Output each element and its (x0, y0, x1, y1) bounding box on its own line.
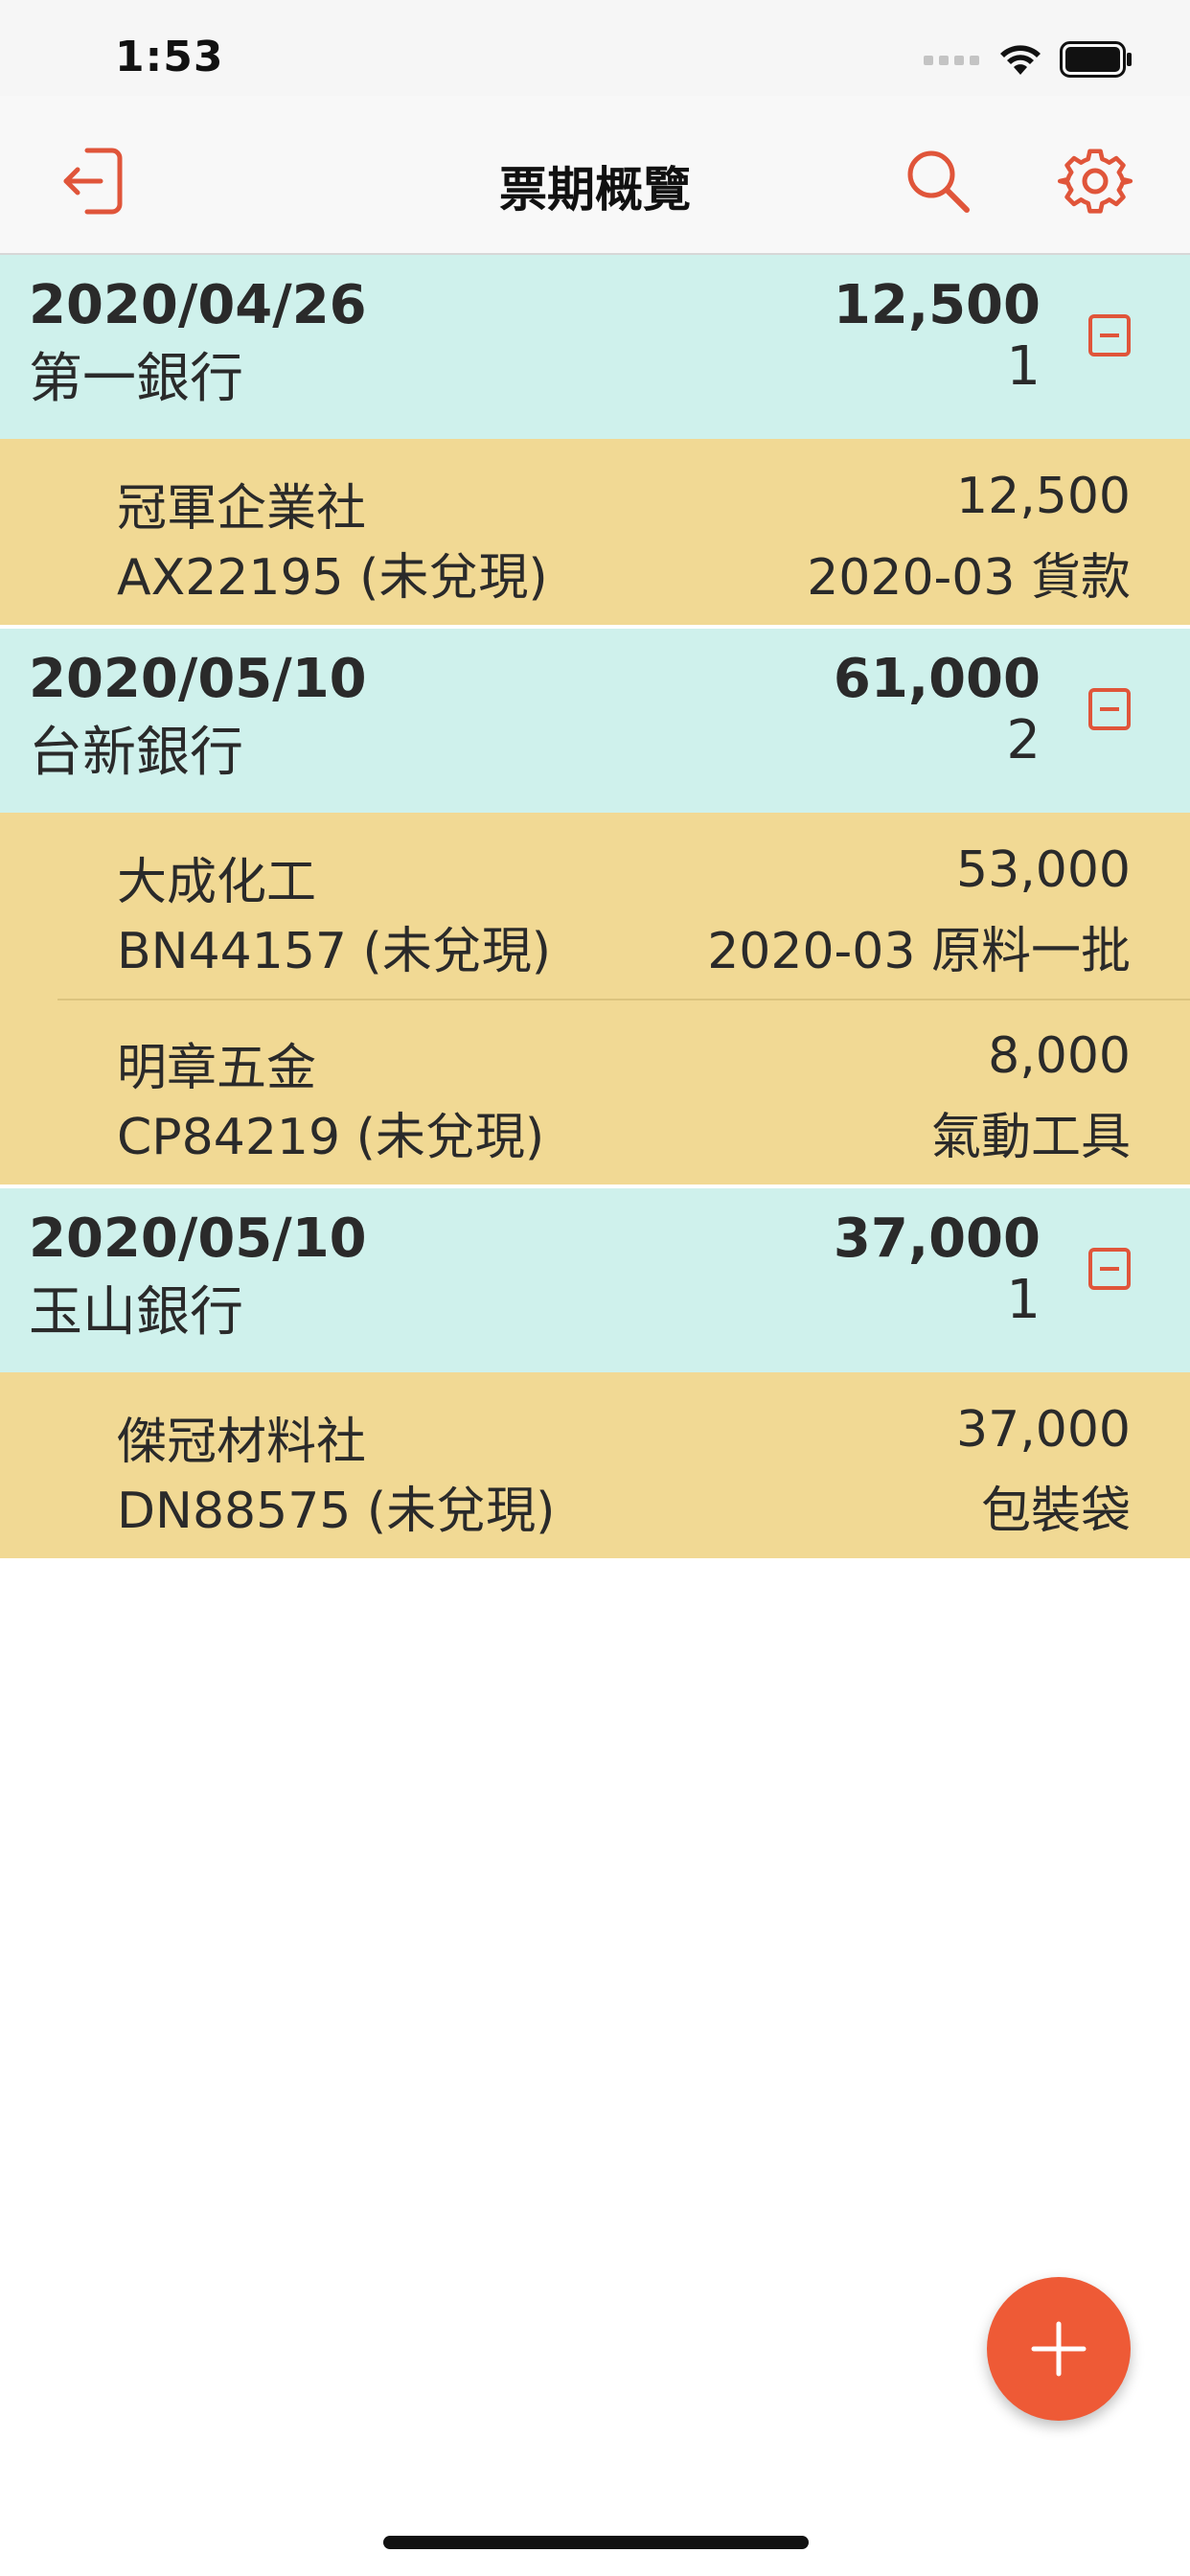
check-item[interactable]: 傑冠材料社 DN88575 (未兌現) 37,000 包裝袋 (0, 1372, 1190, 1558)
item-payee: 明章五金 (117, 1040, 317, 1097)
check-item[interactable]: 明章五金 CP84219 (未兌現) 8,000 氣動工具 (0, 999, 1190, 1184)
group-date: 2020/05/10 (29, 648, 367, 710)
check-item[interactable]: 大成化工 BN44157 (未兌現) 53,000 2020-03 原料一批 (0, 813, 1190, 999)
battery-icon (1060, 41, 1132, 78)
wifi-icon (1000, 45, 1041, 75)
home-indicator[interactable] (383, 2536, 809, 2549)
group-date: 2020/04/26 (29, 274, 367, 336)
search-icon (907, 150, 970, 213)
item-note: 氣動工具 (930, 1109, 1131, 1166)
item-note: 2020-03 原料一批 (707, 923, 1131, 980)
group-count: 2 (1006, 709, 1041, 771)
item-check-number: BN44157 (未兌現) (117, 923, 552, 980)
status-icons (924, 40, 1133, 79)
item-amount: 37,000 (956, 1401, 1131, 1459)
signal-icon (924, 56, 979, 65)
collapse-icon[interactable] (1088, 1248, 1131, 1290)
check-list: 2020/04/26 第一銀行 12,500 1 冠軍企業社 AX22195 (… (0, 255, 1190, 1558)
item-note: 2020-03 貨款 (807, 549, 1131, 607)
group-header[interactable]: 2020/05/10 玉山銀行 37,000 1 (0, 1188, 1190, 1372)
nav-bar: 票期概覽 (0, 96, 1190, 255)
gear-icon (1057, 149, 1133, 214)
status-bar: 1:53 (0, 0, 1190, 96)
group-date: 2020/05/10 (29, 1208, 367, 1270)
page-title: 票期概覽 (499, 162, 691, 218)
item-amount: 53,000 (956, 841, 1131, 899)
item-note: 包裝袋 (980, 1483, 1131, 1540)
group-total: 12,500 (833, 274, 1041, 336)
group-total: 37,000 (833, 1208, 1041, 1270)
group-total: 61,000 (833, 648, 1041, 710)
item-payee: 傑冠材料社 (117, 1414, 367, 1471)
group-header[interactable]: 2020/05/10 台新銀行 61,000 2 (0, 629, 1190, 813)
add-check-button[interactable] (987, 2277, 1131, 2421)
item-amount: 12,500 (956, 468, 1131, 525)
check-item[interactable]: 冠軍企業社 AX22195 (未兌現) 12,500 2020-03 貨款 (0, 439, 1190, 625)
item-check-number: CP84219 (未兌現) (117, 1109, 545, 1166)
item-check-number: DN88575 (未兌現) (117, 1483, 556, 1540)
group-count: 1 (1006, 335, 1041, 398)
status-time: 1:53 (115, 33, 224, 81)
item-amount: 8,000 (988, 1027, 1131, 1085)
item-payee: 大成化工 (117, 854, 317, 911)
group-bank: 台新銀行 (29, 722, 243, 784)
search-button[interactable] (895, 138, 981, 224)
plus-icon (1031, 2321, 1087, 2377)
item-payee: 冠軍企業社 (117, 480, 367, 538)
settings-button[interactable] (1052, 138, 1138, 224)
group-bank: 玉山銀行 (29, 1281, 243, 1344)
group-header[interactable]: 2020/04/26 第一銀行 12,500 1 (0, 255, 1190, 439)
collapse-icon[interactable] (1088, 688, 1131, 730)
group-count: 1 (1006, 1269, 1041, 1331)
item-check-number: AX22195 (未兌現) (117, 549, 548, 607)
collapse-icon[interactable] (1088, 314, 1131, 356)
group-bank: 第一銀行 (29, 348, 243, 410)
